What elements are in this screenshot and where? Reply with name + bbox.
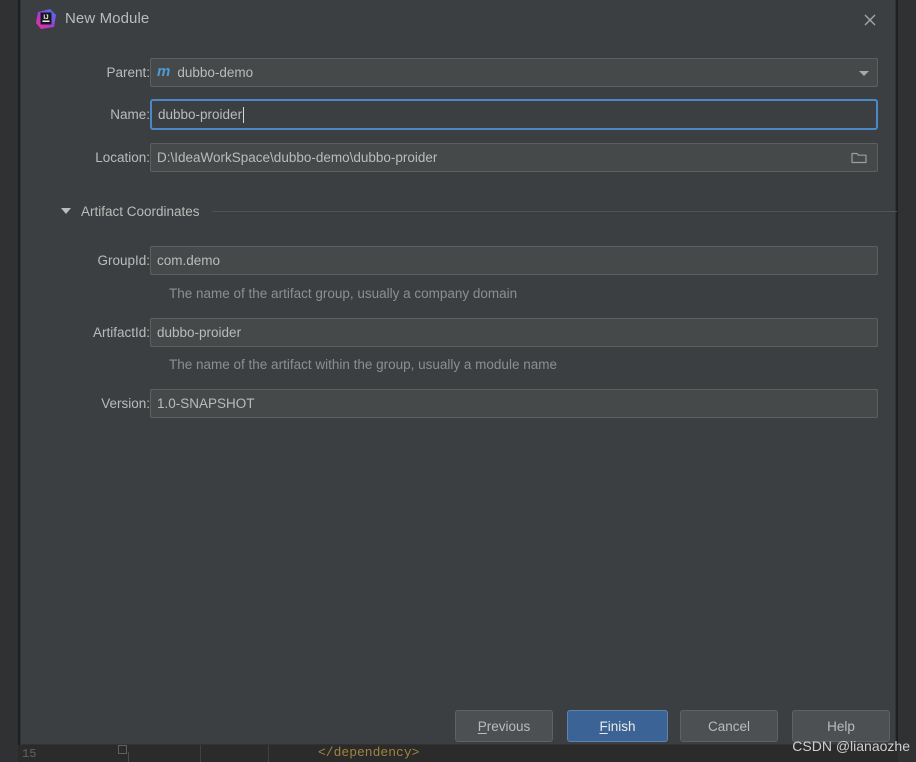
help-button-label: Help	[827, 718, 855, 734]
name-input[interactable]: dubbo-proider	[150, 99, 878, 130]
groupid-label: GroupId:	[97, 253, 150, 268]
parent-combobox[interactable]: m dubbo-demo	[150, 58, 878, 87]
location-value: D:\IdeaWorkSpace\dubbo-demo\dubbo-proide…	[157, 150, 438, 165]
close-icon[interactable]	[855, 6, 885, 34]
editor-line-number: 15	[22, 747, 37, 761]
dialog-title: New Module	[65, 10, 150, 27]
version-label: Version:	[101, 396, 150, 411]
new-module-dialog: IJ New Module Parent: m dubbo-demo Name:…	[20, 0, 899, 745]
intellij-idea-logo-icon: IJ	[35, 8, 57, 30]
maven-module-icon: m	[157, 63, 171, 80]
text-caret	[243, 106, 245, 123]
cancel-button-label: Cancel	[707, 718, 751, 734]
artifactid-label: ArtifactId:	[92, 325, 150, 340]
section-divider	[211, 210, 897, 212]
dialog-title-bar: IJ New Module	[21, 0, 895, 40]
artifactid-value: dubbo-proider	[157, 325, 242, 340]
chevron-down-icon[interactable]	[859, 70, 869, 76]
previous-button-mnemonic: P	[477, 718, 487, 734]
dialog-backdrop-right	[898, 0, 916, 762]
folder-icon[interactable]	[842, 145, 876, 170]
previous-button[interactable]: Previous	[455, 710, 553, 742]
groupid-input[interactable]: com.demo	[150, 246, 878, 275]
artifactid-input[interactable]: dubbo-proider	[150, 318, 878, 347]
groupid-hint: The name of the artifact group, usually …	[169, 286, 518, 301]
indent-guide	[128, 752, 129, 762]
finish-button-label-rest: inish	[607, 718, 636, 734]
dialog-border-right	[896, 0, 898, 745]
artifact-coordinates-title: Artifact Coordinates	[81, 203, 200, 219]
artifactid-hint: The name of the artifact within the grou…	[169, 357, 557, 372]
parent-label: Parent:	[106, 65, 150, 80]
indent-guide	[268, 745, 269, 762]
svg-text:IJ: IJ	[43, 14, 49, 21]
location-input[interactable]: D:\IdeaWorkSpace\dubbo-demo\dubbo-proide…	[150, 143, 878, 172]
name-label: Name:	[110, 107, 150, 122]
finish-button-mnemonic: F	[599, 718, 608, 734]
indent-guide	[200, 745, 201, 762]
version-input[interactable]: 1.0-SNAPSHOT	[150, 389, 878, 418]
parent-value: dubbo-demo	[177, 65, 254, 80]
groupid-value: com.demo	[157, 253, 221, 268]
code-fold-icon[interactable]	[118, 745, 127, 754]
csdn-watermark: CSDN @lianaozhe	[792, 738, 910, 754]
dialog-backdrop-left	[0, 0, 18, 762]
editor-code-line: </dependency>	[318, 745, 420, 760]
screen: 15 </dependency> IJ New Module Parent: m…	[0, 0, 916, 762]
previous-button-label-rest: revious	[486, 718, 531, 734]
artifact-coordinates-section-header[interactable]: Artifact Coordinates	[61, 200, 899, 222]
finish-button[interactable]: Finish	[567, 710, 668, 742]
version-value: 1.0-SNAPSHOT	[157, 396, 255, 411]
triangle-down-icon[interactable]	[61, 208, 71, 214]
name-value: dubbo-proider	[158, 107, 243, 122]
cancel-button[interactable]: Cancel	[680, 710, 778, 742]
location-label: Location:	[95, 150, 150, 165]
